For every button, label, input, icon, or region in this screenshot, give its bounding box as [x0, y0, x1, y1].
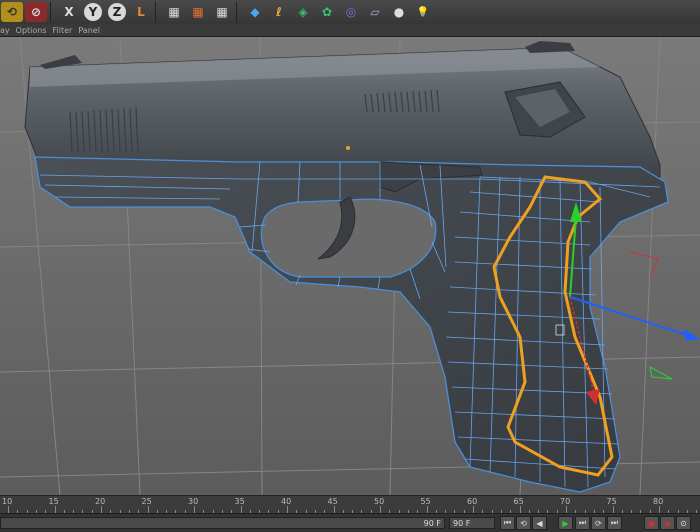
record-button[interactable]: ●	[644, 516, 659, 530]
cube-button[interactable]: ◆	[244, 2, 266, 22]
lock-y-axis-icon: Y	[84, 3, 102, 21]
lock-z-axis-icon: Z	[108, 3, 126, 21]
spline-pen-icon: ℓ	[276, 5, 282, 19]
viewport-scene[interactable]	[0, 37, 700, 495]
toolbar-divider	[155, 2, 162, 22]
timeline-tick-label: 50	[374, 497, 385, 506]
menu-filter[interactable]: Filter	[53, 26, 73, 35]
floor-icon: ▱	[370, 5, 380, 19]
lock-z-axis-button[interactable]: Z	[106, 2, 128, 22]
go-to-end-button[interactable]: ⏭	[607, 516, 622, 530]
light-button[interactable]: 💡	[412, 2, 434, 22]
render-settings-button[interactable]: ▦	[211, 2, 233, 22]
go-to-start-button[interactable]: ⏮	[500, 516, 515, 530]
deformer-icon: ◎	[345, 5, 357, 19]
viewport[interactable]	[0, 37, 700, 495]
timeline-tick-label: 40	[281, 497, 292, 506]
selected-point-marker[interactable]	[346, 146, 350, 150]
toolbar-divider	[236, 2, 243, 22]
timeline-tick-label: 75	[606, 497, 617, 506]
play-reverse-icon: ◀	[536, 518, 543, 528]
redo-icon: ⊘	[30, 5, 42, 19]
deformer-button[interactable]: ◎	[340, 2, 362, 22]
timeline-tick-label: 10	[2, 497, 13, 506]
timeline-ruler[interactable]: 10 15 20 25 30 35 40 45 50 55 60 65 70 75 80	[0, 495, 700, 514]
lock-x-axis-button[interactable]: X	[58, 2, 80, 22]
floor-button[interactable]: ▱	[364, 2, 386, 22]
timeline-tick-label: 20	[95, 497, 106, 506]
transport-bar: 90 F 90 F ⏮ ⟲ ◀ ▶ ⏭ ⟳ ⏭ ● ◉ ⊙	[0, 513, 700, 532]
play-button[interactable]: ▶	[558, 516, 573, 530]
go-to-start-icon: ⏮	[503, 518, 512, 527]
camera-button[interactable]: ●	[388, 2, 410, 22]
subdivision-surface-button[interactable]: ◈	[292, 2, 314, 22]
play-icon: ▶	[562, 518, 569, 528]
subdivision-surface-icon: ◈	[298, 5, 308, 19]
lock-y-axis-button[interactable]: Y	[82, 2, 104, 22]
array-icon: ✿	[321, 5, 333, 19]
menu-panel[interactable]: Panel	[78, 26, 100, 35]
menu-display[interactable]: ay	[0, 26, 10, 35]
timeline-tick-label: 65	[513, 497, 524, 506]
spline-pen-button[interactable]: ℓ	[268, 2, 290, 22]
redo-button[interactable]: ⊘	[25, 2, 47, 22]
camera-icon: ●	[393, 5, 405, 19]
next-key-icon: ⟳	[595, 518, 602, 528]
timeline-tick-label: 80	[653, 497, 664, 506]
timeline-tick-label: 30	[188, 497, 199, 506]
timeline-tick-label: 15	[48, 497, 59, 506]
main-toolbar: ⟲ ⊘ X Y Z L ▦ ▦ ▦ ◆ ℓ ◈ ✿ ◎ ▱ ● 💡	[0, 0, 700, 25]
render-view-button[interactable]: ▦	[163, 2, 185, 22]
record-icon: ●	[648, 518, 655, 528]
next-key-button[interactable]: ⟳	[591, 516, 606, 530]
undo-button[interactable]: ⟲	[1, 2, 23, 22]
play-reverse-button[interactable]: ◀	[532, 516, 547, 530]
timeline-tick-label: 25	[141, 497, 152, 506]
timeline-tick-label: 35	[234, 497, 245, 506]
current-frame-field[interactable]: 90 F	[0, 517, 445, 529]
render-view-icon: ▦	[168, 5, 180, 19]
render-settings-icon: ▦	[216, 5, 228, 19]
cube-icon: ◆	[250, 5, 260, 19]
timeline-tick-label: 55	[420, 497, 431, 506]
coordinate-system-button[interactable]: L	[130, 2, 152, 22]
keyframe-selection-icon: ⊙	[680, 518, 687, 528]
lock-x-axis-icon: X	[64, 5, 74, 19]
timeline-tick-label: 60	[467, 497, 478, 506]
go-to-end-icon: ⏭	[610, 518, 619, 527]
keyframe-selection-button[interactable]: ⊙	[676, 516, 691, 530]
end-frame-field[interactable]: 90 F	[449, 517, 495, 529]
autokey-button[interactable]: ◉	[660, 516, 675, 530]
timeline-tick-label: 45	[327, 497, 338, 506]
timeline-tick-label: 70	[560, 497, 571, 506]
coordinate-system-icon: L	[137, 5, 145, 19]
light-icon: 💡	[416, 6, 430, 18]
array-button[interactable]: ✿	[316, 2, 338, 22]
autokey-icon: ◉	[664, 518, 671, 528]
previous-key-button[interactable]: ⟲	[516, 516, 531, 530]
menu-options[interactable]: Options	[16, 26, 47, 35]
render-to-picture-viewer-icon: ▦	[192, 5, 204, 19]
undo-icon: ⟲	[6, 5, 18, 19]
viewport-menubar: ay Options Filter Panel	[0, 24, 700, 37]
render-to-picture-viewer-button[interactable]: ▦	[187, 2, 209, 22]
next-frame-button[interactable]: ⏭	[575, 516, 590, 530]
previous-key-icon: ⟲	[520, 518, 527, 528]
next-frame-icon: ⏭	[578, 518, 587, 527]
toolbar-divider	[50, 2, 57, 22]
